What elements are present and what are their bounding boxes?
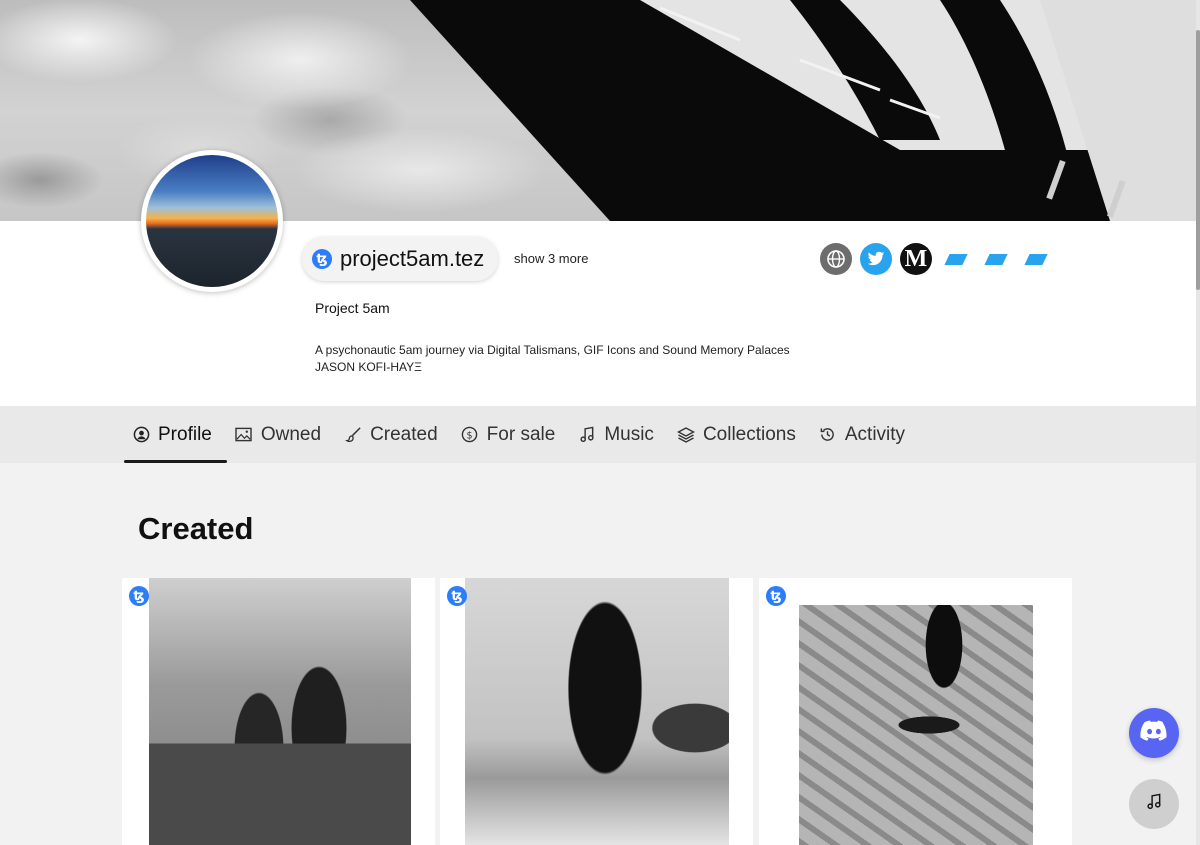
music-player-button[interactable] xyxy=(1129,779,1179,829)
domain-name-pill[interactable]: ꜩ project5am.tez xyxy=(302,237,499,281)
tab-label: Created xyxy=(370,423,438,445)
token-card[interactable]: ꜩ xyxy=(122,578,435,845)
music-note-icon xyxy=(1146,793,1162,815)
medium-icon[interactable]: M xyxy=(900,243,932,275)
tab-label: Music xyxy=(604,423,654,445)
music-note-icon xyxy=(578,426,596,444)
token-image[interactable] xyxy=(799,605,1033,845)
discord-icon xyxy=(1140,720,1168,747)
bio-line: A psychonautic 5am journey via Digital T… xyxy=(315,343,790,357)
parallelogram-icon[interactable] xyxy=(980,243,1012,275)
discord-button[interactable] xyxy=(1129,708,1179,758)
tezos-icon: ꜩ xyxy=(129,586,149,606)
svg-text:$: $ xyxy=(467,430,473,441)
tezos-icon: ꜩ xyxy=(447,586,467,606)
avatar xyxy=(141,150,283,292)
tab-owned[interactable]: Owned xyxy=(227,406,336,463)
tab-label: Collections xyxy=(702,423,796,445)
tab-activity[interactable]: Activity xyxy=(811,406,920,463)
tab-created[interactable]: Created xyxy=(336,406,453,463)
tezos-icon: ꜩ xyxy=(766,586,786,606)
parallelogram-icon[interactable] xyxy=(940,243,972,275)
avatar-image xyxy=(146,155,278,287)
tab-label: For sale xyxy=(486,423,556,445)
scrollbar-thumb[interactable] xyxy=(1196,30,1200,290)
tab-label: Activity xyxy=(844,423,906,445)
history-icon xyxy=(819,426,837,444)
show-more-button[interactable]: show 3 more xyxy=(514,251,588,266)
section-title: Created xyxy=(138,511,254,546)
brush-icon xyxy=(344,426,362,444)
profile-tabs: Profile Owned Created $ For sale Music C… xyxy=(124,406,920,463)
parallelogram-icon[interactable] xyxy=(1020,243,1052,275)
bio-line: JASON KOFI-HAYΞ xyxy=(315,360,422,374)
tab-label: Profile xyxy=(158,423,212,445)
domain-name: project5am.tez xyxy=(340,246,485,271)
coin-icon: $ xyxy=(461,426,479,444)
bio: A psychonautic 5am journey via Digital T… xyxy=(315,342,790,376)
token-card[interactable]: ꜩ xyxy=(759,578,1072,845)
globe-icon[interactable] xyxy=(820,243,852,275)
user-circle-icon xyxy=(132,426,150,444)
layers-icon xyxy=(676,426,695,444)
token-image[interactable] xyxy=(465,578,729,845)
image-icon xyxy=(235,426,253,444)
tab-music[interactable]: Music xyxy=(570,406,669,463)
tab-collections[interactable]: Collections xyxy=(669,406,811,463)
tab-label: Owned xyxy=(260,423,322,445)
token-card[interactable]: ꜩ xyxy=(440,578,753,845)
display-name: Project 5am xyxy=(315,300,390,316)
tab-for-sale[interactable]: $ For sale xyxy=(453,406,571,463)
social-links: M xyxy=(820,243,1052,275)
tezos-icon: ꜩ xyxy=(312,249,332,269)
twitter-icon[interactable] xyxy=(860,243,892,275)
token-image[interactable] xyxy=(149,578,411,845)
tab-profile[interactable]: Profile xyxy=(124,406,227,463)
